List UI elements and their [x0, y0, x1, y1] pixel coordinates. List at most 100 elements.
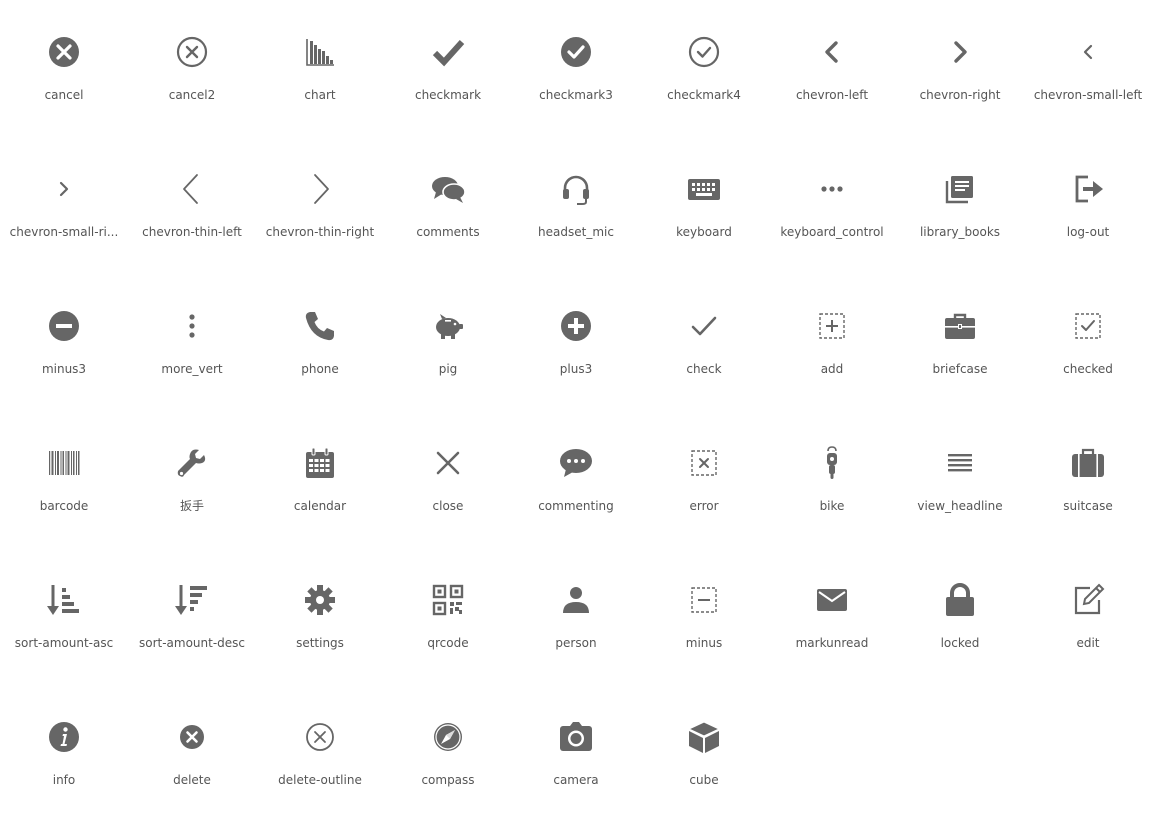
icon-tile-log-out[interactable]: log-out: [1024, 137, 1152, 274]
icon-tile-locked[interactable]: locked: [896, 548, 1024, 685]
pig-icon: [430, 308, 466, 344]
icon-tile-more-vert[interactable]: more_vert: [128, 274, 256, 411]
icon-tile-checkmark3[interactable]: checkmark3: [512, 0, 640, 137]
icon-tile-view-headline[interactable]: view_headline: [896, 411, 1024, 548]
icon-tile-cancel2[interactable]: cancel2: [128, 0, 256, 137]
add-icon: [814, 308, 850, 344]
cancel-icon: [46, 34, 82, 70]
icon-label: camera: [553, 773, 599, 787]
more-vert-icon: [174, 308, 210, 344]
icon-tile-chevron-left[interactable]: chevron-left: [768, 0, 896, 137]
icon-tile-checkmark[interactable]: checkmark: [384, 0, 512, 137]
icon-tile-add[interactable]: add: [768, 274, 896, 411]
headset-mic-icon: [558, 171, 594, 207]
icon-tile-comments[interactable]: comments: [384, 137, 512, 274]
icon-tile-keyboard-control[interactable]: keyboard_control: [768, 137, 896, 274]
chart-icon: [302, 34, 338, 70]
icon-tile-chevron-right[interactable]: chevron-right: [896, 0, 1024, 137]
icon-label: keyboard_control: [780, 225, 884, 239]
icon-tile-markunread[interactable]: markunread: [768, 548, 896, 685]
icon-tile-suitcase[interactable]: suitcase: [1024, 411, 1152, 548]
icon-label: locked: [940, 636, 980, 650]
icon-tile-library-books[interactable]: library_books: [896, 137, 1024, 274]
keyboard-control-icon: [814, 171, 850, 207]
icon-tile-cube[interactable]: cube: [640, 685, 768, 822]
icon-tile-minus[interactable]: minus: [640, 548, 768, 685]
icon-label: pig: [438, 362, 458, 376]
minus3-icon: [46, 308, 82, 344]
plus3-icon: [558, 308, 594, 344]
error-icon: [686, 445, 722, 481]
icon-tile-bike[interactable]: bike: [768, 411, 896, 548]
delete-icon: [174, 719, 210, 755]
icon-label: minus3: [41, 362, 87, 376]
icon-tile-close[interactable]: close: [384, 411, 512, 548]
icon-label: minus: [685, 636, 723, 650]
icon-label: checked: [1063, 362, 1113, 376]
check-icon: [686, 308, 722, 344]
icon-tile-delete[interactable]: delete: [128, 685, 256, 822]
icon-tile-person[interactable]: person: [512, 548, 640, 685]
icon-tile-chevron-thin-right[interactable]: chevron-thin-right: [256, 137, 384, 274]
delete-outline-icon: [302, 719, 338, 755]
icon-label: 扳手: [179, 499, 204, 513]
icon-tile-chevron-small-left[interactable]: chevron-small-left: [1024, 0, 1152, 137]
compass-icon: [430, 719, 466, 755]
qrcode-icon: [430, 582, 466, 618]
markunread-icon: [814, 582, 850, 618]
icon-tile-minus3[interactable]: minus3: [0, 274, 128, 411]
icon-tile-chart[interactable]: chart: [256, 0, 384, 137]
icon-tile-cancel[interactable]: cancel: [0, 0, 128, 137]
icon-tile-keyboard[interactable]: keyboard: [640, 137, 768, 274]
log-out-icon: [1070, 171, 1106, 207]
icon-tile-camera[interactable]: camera: [512, 685, 640, 822]
icon-tile-chevron-thin-left[interactable]: chevron-thin-left: [128, 137, 256, 274]
chevron-right-icon: [942, 34, 978, 70]
icon-tile-error[interactable]: error: [640, 411, 768, 548]
icon-tile-edit[interactable]: edit: [1024, 548, 1152, 685]
icon-tile-checked[interactable]: checked: [1024, 274, 1152, 411]
icon-tile-sort-amount-asc[interactable]: sort-amount-asc: [0, 548, 128, 685]
icon-label: library_books: [919, 225, 1001, 239]
sort-amount-asc-icon: [46, 582, 82, 618]
icon-tile-calendar[interactable]: calendar: [256, 411, 384, 548]
chevron-left-icon: [814, 34, 850, 70]
checkmark-icon: [430, 34, 466, 70]
chevron-small-left-icon: [1070, 34, 1106, 70]
icon-label: settings: [296, 636, 344, 650]
icon-tile-qrcode[interactable]: qrcode: [384, 548, 512, 685]
icon-tile-phone[interactable]: phone: [256, 274, 384, 411]
icon-label: keyboard: [676, 225, 732, 239]
icon-tile-pig[interactable]: pig: [384, 274, 512, 411]
icon-grid: cancel cancel2 chart checkmark checkmark3 che…: [0, 0, 1152, 822]
icon-tile-checkmark4[interactable]: checkmark4: [640, 0, 768, 137]
icon-tile-plus3[interactable]: plus3: [512, 274, 640, 411]
icon-label: check: [686, 362, 722, 376]
icon-tile-chevron-small-right[interactable]: chevron-small-ri...: [0, 137, 128, 274]
icon-label: close: [432, 499, 464, 513]
icon-tile-settings[interactable]: settings: [256, 548, 384, 685]
icon-tile-headset-mic[interactable]: headset_mic: [512, 137, 640, 274]
icon-tile-sort-amount-desc[interactable]: sort-amount-desc: [128, 548, 256, 685]
icon-label: markunread: [795, 636, 869, 650]
icon-label: cancel2: [168, 88, 216, 102]
cancel2-icon: [174, 34, 210, 70]
icon-tile-check[interactable]: check: [640, 274, 768, 411]
icon-tile-delete-outline[interactable]: delete-outline: [256, 685, 384, 822]
cube-icon: [686, 719, 722, 755]
icon-tile-commenting[interactable]: commenting: [512, 411, 640, 548]
icon-label: checkmark3: [539, 88, 613, 102]
icon-label: cube: [689, 773, 719, 787]
icon-tile-barcode[interactable]: barcode: [0, 411, 128, 548]
icon-label: view_headline: [917, 499, 1003, 513]
icon-tile-compass[interactable]: compass: [384, 685, 512, 822]
icon-tile-info[interactable]: info: [0, 685, 128, 822]
icon-label: phone: [301, 362, 339, 376]
icon-tile-wrench[interactable]: 扳手: [128, 411, 256, 548]
camera-icon: [558, 719, 594, 755]
icon-label: chevron-thin-left: [142, 225, 242, 239]
bike-icon: [814, 445, 850, 481]
icon-tile-briefcase[interactable]: briefcase: [896, 274, 1024, 411]
chevron-thin-right-icon: [302, 171, 338, 207]
icon-label: bike: [819, 499, 845, 513]
